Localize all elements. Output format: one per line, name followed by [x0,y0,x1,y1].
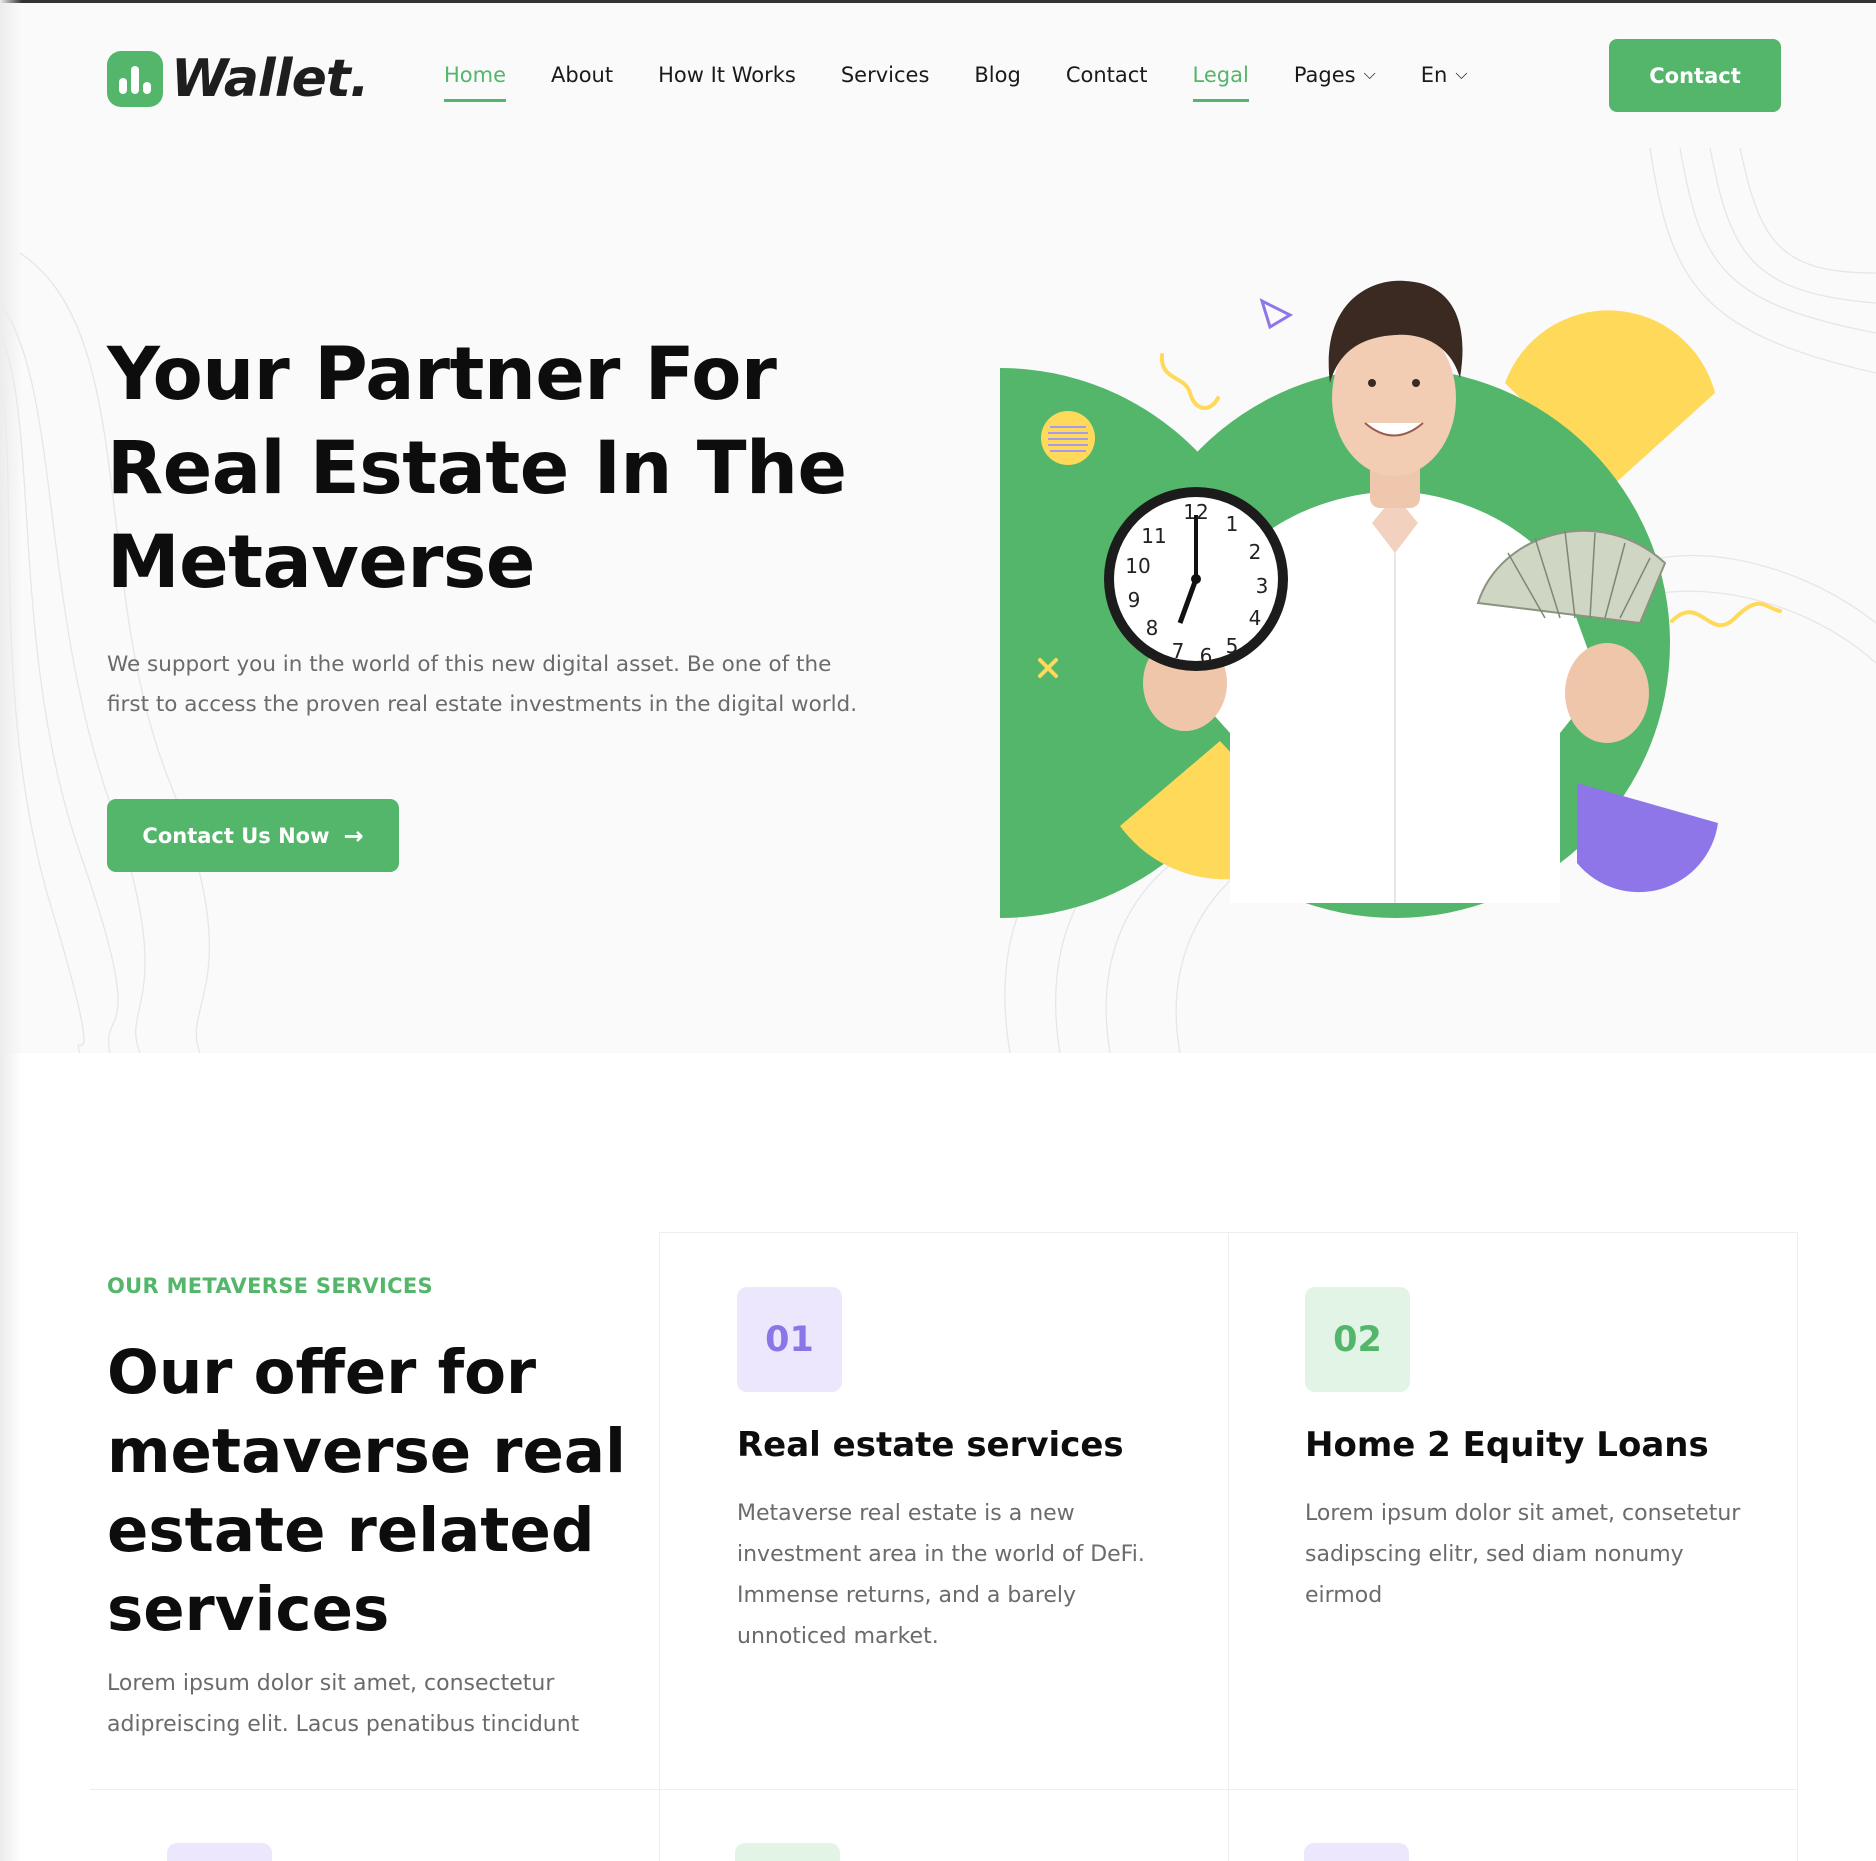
nav-home[interactable]: Home [444,55,507,102]
next-row-badge [735,1843,840,1861]
svg-text:5: 5 [1226,634,1239,658]
chevron-down-icon: ⌵ [1363,64,1376,83]
chart-icon [107,51,163,107]
nav-contact[interactable]: Contact [1066,55,1148,95]
svg-text:10: 10 [1125,554,1150,578]
nav-pages-label: Pages [1293,63,1356,87]
language-label: En [1420,63,1448,87]
service-card-2[interactable]: 02 Home 2 Equity Loans Lorem ipsum dolor… [1228,1235,1796,1790]
contact-us-now-button[interactable]: Contact Us Now → [107,799,399,872]
clock-icon: 12 12 345 678 91011 [1104,487,1288,671]
service-card-description: Metaverse real estate is a new investmen… [737,1501,1145,1649]
yellow-squiggle-shape [1159,353,1220,410]
svg-text:6: 6 [1200,644,1213,668]
svg-text:9: 9 [1128,588,1141,612]
service-card-title: Home 2 Equity Loans [1305,1425,1709,1465]
svg-text:7: 7 [1172,639,1185,663]
nav-services[interactable]: Services [841,55,930,95]
svg-text:4: 4 [1249,606,1262,630]
hero-description: We support you in the world of this new … [107,652,858,717]
service-card-description: Lorem ipsum dolor sit amet, consetetur s… [1305,1501,1741,1608]
grid-divider [659,1232,1798,1233]
left-shadow [0,0,22,1861]
purple-half-circle-shape [1577,783,1718,893]
service-card-title: Real estate services [737,1425,1124,1465]
nav-home-label: Home [444,63,507,87]
service-card-1[interactable]: 01 Real estate services Metaverse real e… [660,1235,1228,1790]
nav-pages-dropdown[interactable]: Pages ⌵ [1294,55,1376,95]
yellow-wave-shape [1670,601,1782,628]
wallet-logo[interactable]: Wallet. [107,49,369,109]
svg-text:2: 2 [1249,540,1262,564]
services-title: Our offer for metaverse real estate rela… [107,1337,626,1645]
language-dropdown[interactable]: En ⌵ [1421,55,1468,95]
nav-about[interactable]: About [551,55,613,95]
nav-how-it-works-label: How It Works [658,63,796,87]
arrow-right-icon: → [343,821,364,850]
contact-us-now-label: Contact Us Now [142,823,330,848]
services-eyebrow: OUR METAVERSE SERVICES [107,1274,433,1298]
nav-how-it-works[interactable]: How It Works [658,55,796,95]
services-description: Lorem ipsum dolor sit amet, consectetur … [107,1671,580,1737]
nav-about-label: About [551,63,614,87]
hero-title: Your Partner For Real Estate In The Meta… [107,332,847,605]
hero-illustration: 12 12 345 678 91011 [1000,280,1782,918]
nav-legal-label: Legal [1192,63,1249,87]
header-contact-button[interactable]: Contact [1609,39,1781,112]
triangle-outline-shape [1259,298,1294,330]
grid-divider [1797,1232,1798,1861]
nav-blog-label: Blog [974,63,1021,87]
chevron-down-icon: ⌵ [1455,64,1468,83]
nav-blog[interactable]: Blog [974,55,1020,95]
hero-section: Wallet. Home About How It Works Services… [0,3,1876,1053]
next-row-badge [1304,1843,1409,1861]
logo-wordmark: Wallet. [171,49,369,109]
svg-text:8: 8 [1146,616,1159,640]
nav-services-label: Services [840,63,930,87]
next-row-badge [167,1843,272,1861]
nav-contact-label: Contact [1065,63,1148,87]
main-nav: Home About How It Works Services Blog Co… [444,55,1512,102]
svg-text:12: 12 [1183,500,1208,524]
svg-text:3: 3 [1256,574,1269,598]
service-number-badge: 01 [737,1287,842,1392]
nav-legal[interactable]: Legal [1192,55,1250,102]
service-number-badge: 02 [1305,1287,1410,1392]
svg-text:1: 1 [1226,512,1239,536]
svg-text:11: 11 [1141,524,1166,548]
